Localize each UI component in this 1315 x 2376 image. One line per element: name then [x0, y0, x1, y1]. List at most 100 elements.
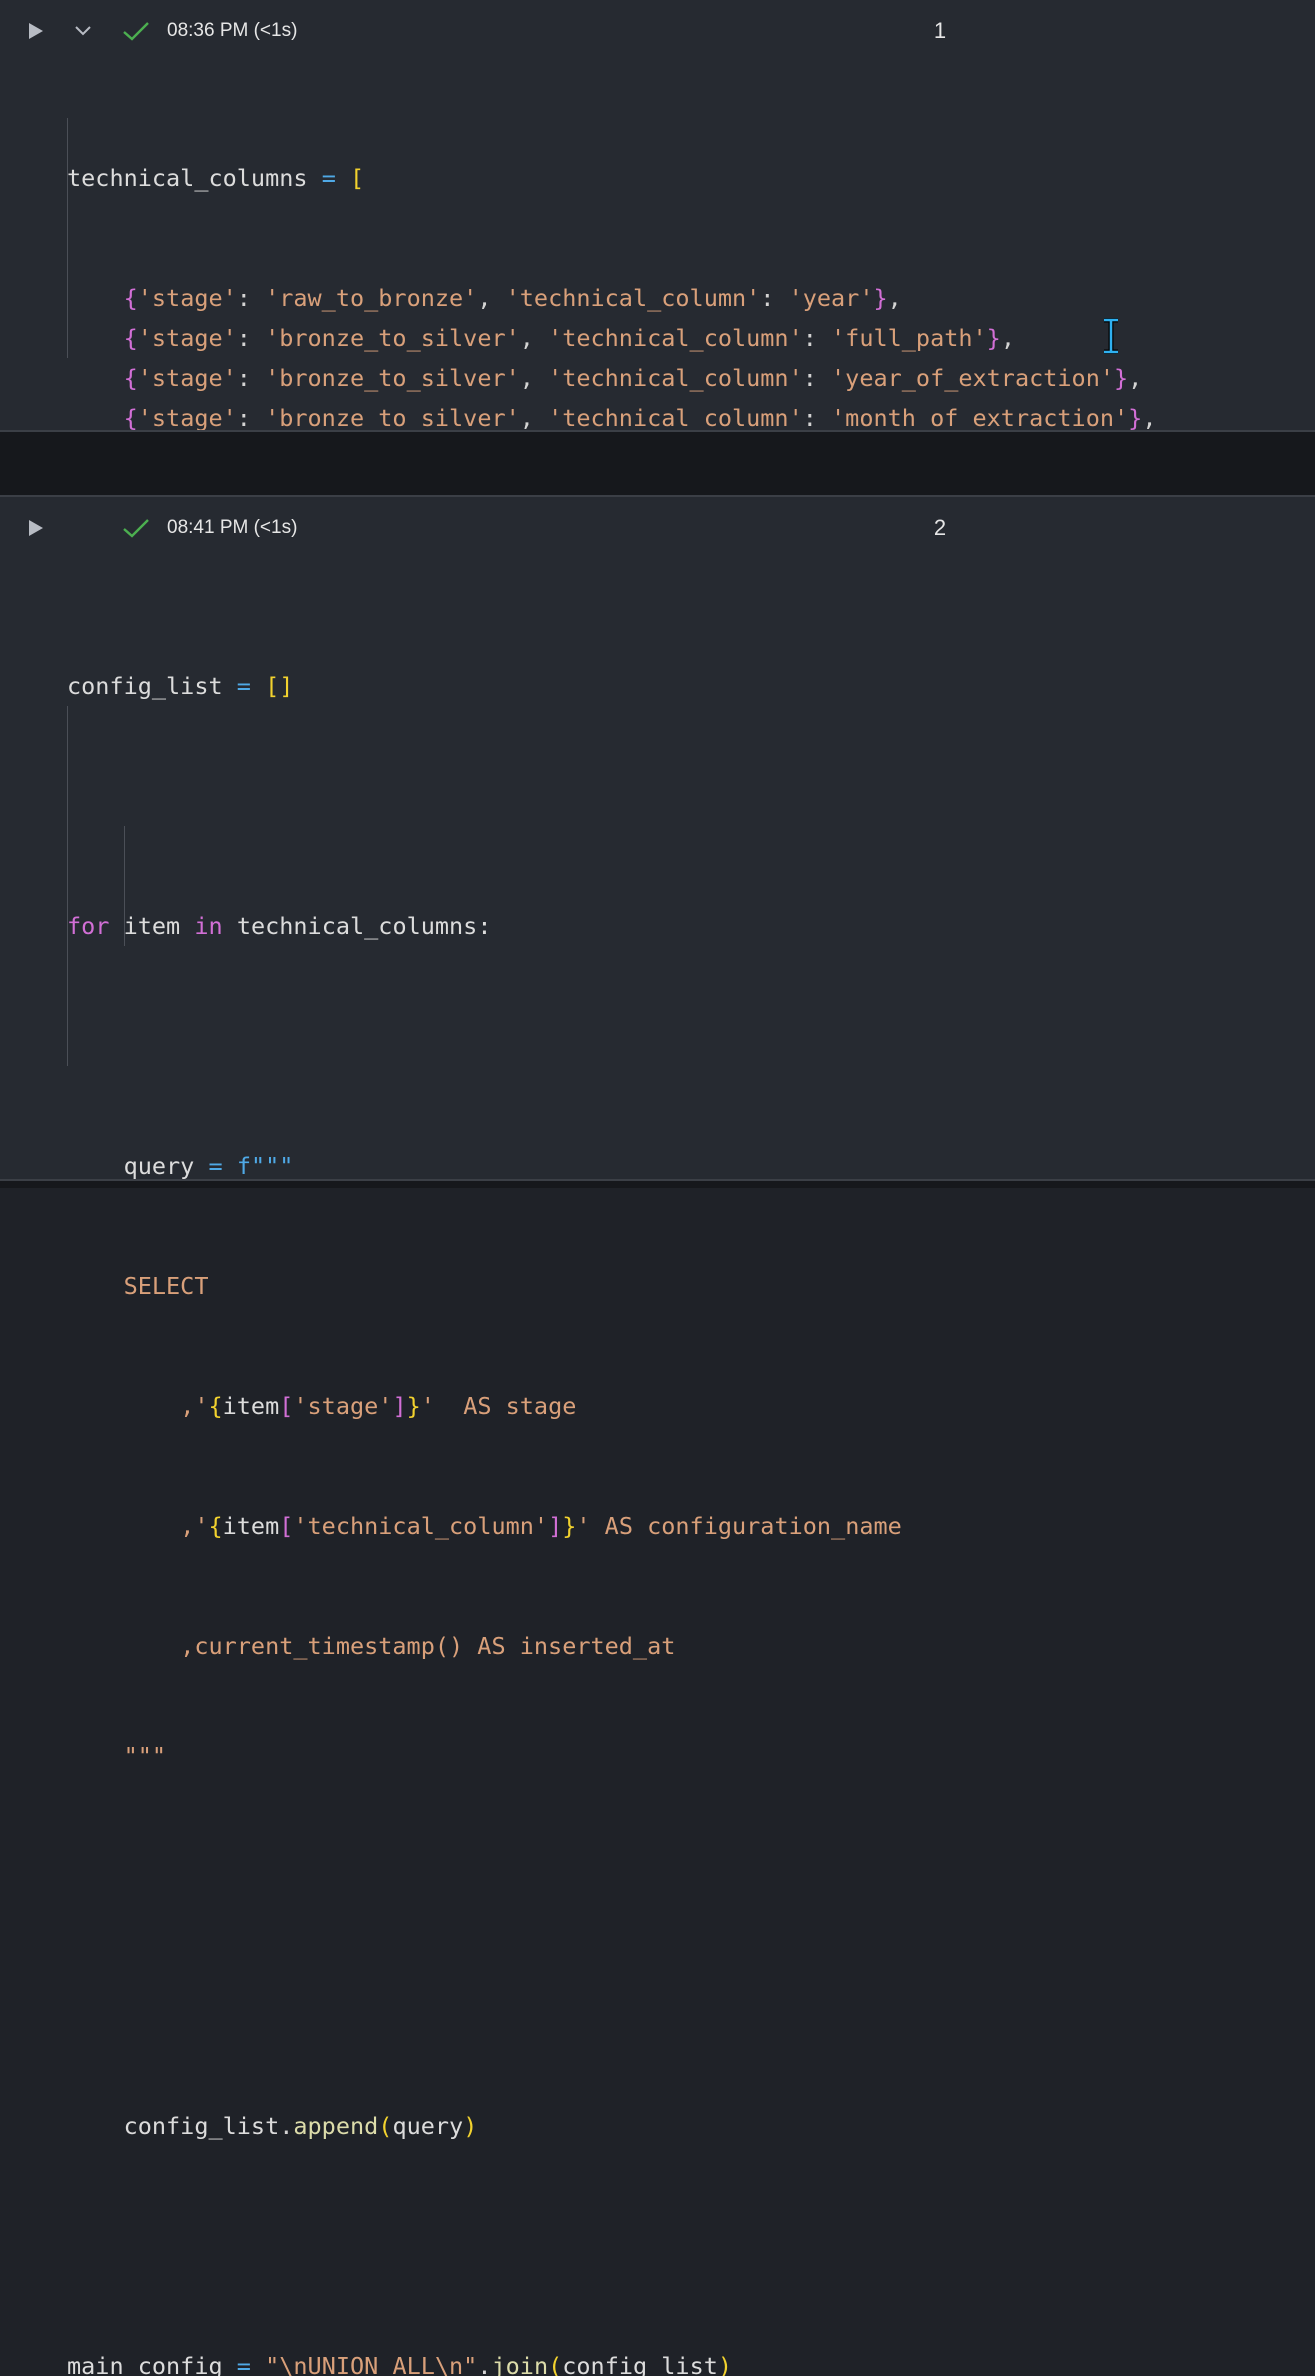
brace: { — [208, 1392, 223, 1420]
variable-name: technical_columns: — [236, 912, 492, 940]
string-text: ' AS stage — [420, 1392, 577, 1420]
open-brace: { — [123, 404, 138, 432]
code-line: for item in technical_columns: — [67, 906, 902, 946]
comma: , — [1142, 404, 1157, 432]
comma: , — [519, 404, 549, 432]
dict-key: 'stage' — [137, 284, 237, 312]
string-text: ,' — [180, 1392, 209, 1420]
stage-value: 'bronze_to_silver' — [265, 324, 520, 352]
open-brace: { — [123, 324, 138, 352]
column-value: 'month_of_extraction' — [831, 404, 1129, 432]
stage-value: 'raw_to_bronze' — [265, 284, 478, 312]
cell-gap — [0, 1181, 1315, 1188]
variable-name: config_list — [123, 2112, 280, 2140]
dict-entry-line: {'stage': 'bronze_to_silver', 'technical… — [67, 358, 1156, 398]
comma: , — [519, 324, 549, 352]
colon: : — [760, 284, 789, 312]
bracket: ] — [392, 1392, 407, 1420]
close-brace: } — [986, 324, 1001, 352]
code-line: config_list = [] — [67, 666, 902, 706]
variable-name: config_list — [67, 672, 223, 700]
string-text: SELECT — [123, 1272, 209, 1300]
cell-header: 08:36 PM (<1s) 1 — [0, 0, 1315, 62]
operator: = — [321, 164, 336, 192]
close-brace: } — [1128, 404, 1143, 432]
paren: ) — [717, 2352, 733, 2376]
empty-list: [] — [265, 672, 294, 700]
colon: : — [236, 364, 266, 392]
variable-name: item — [123, 912, 181, 940]
success-check-icon — [122, 19, 150, 43]
bracket: ] — [548, 1512, 563, 1540]
comma: , — [1128, 364, 1143, 392]
column-value: 'full_path' — [831, 324, 987, 352]
colon: : — [802, 364, 832, 392]
play-icon — [29, 23, 43, 39]
colon: : — [802, 404, 832, 432]
function-name: join — [491, 2352, 549, 2376]
cell-number: 2 — [933, 515, 947, 540]
dict-entry-line: {'stage': 'raw_to_bronze', 'technical_co… — [67, 278, 1156, 318]
stage-value: 'bronze_to_silver' — [265, 364, 520, 392]
colon: : — [236, 404, 266, 432]
dict-key: 'technical_column' — [548, 324, 803, 352]
variable-name: item — [222, 1392, 280, 1420]
string-key: 'stage' — [293, 1392, 393, 1420]
dict-key: 'stage' — [137, 364, 237, 392]
fstring-open: f""" — [236, 1152, 294, 1180]
open-brace: { — [123, 364, 138, 392]
code-line: ,'{item['stage']}' AS stage — [67, 1386, 902, 1426]
dict-entry-line: {'stage': 'bronze_to_silver', 'technical… — [67, 318, 1156, 358]
code-editor[interactable]: config_list = [] for item in technical_c… — [67, 586, 902, 2376]
colon: : — [236, 324, 266, 352]
string-key: 'technical_column' — [293, 1512, 549, 1540]
column-value: 'year_of_extraction' — [831, 364, 1114, 392]
operator: = — [208, 1152, 223, 1180]
code-line: ,current_timestamp() AS inserted_at — [67, 1626, 902, 1666]
comma: , — [519, 364, 549, 392]
code-line: technical_columns = [ — [67, 158, 1156, 198]
function-name: append — [293, 2112, 379, 2140]
colon: : — [802, 324, 832, 352]
bracket: [ — [279, 1392, 294, 1420]
open-brace: { — [123, 284, 138, 312]
keyword: in — [194, 912, 223, 940]
variable-name: main_config — [67, 2352, 223, 2376]
operator: = — [236, 2352, 251, 2376]
collapse-cell-button[interactable] — [72, 21, 94, 41]
dict-key: 'stage' — [137, 324, 237, 352]
execution-time: 08:36 PM (<1s) — [167, 20, 298, 41]
text-cursor-icon — [1104, 318, 1118, 354]
variable-name: query — [392, 2112, 464, 2140]
dict-key: 'technical_column' — [505, 284, 761, 312]
brace: } — [562, 1512, 577, 1540]
run-cell-button[interactable] — [27, 21, 45, 41]
operator: = — [236, 672, 251, 700]
code-line: SELECT — [67, 1266, 902, 1306]
variable-name: config_list — [562, 2352, 718, 2376]
brace: } — [406, 1392, 421, 1420]
string-text: ,current_timestamp() AS inserted_at — [180, 1632, 676, 1660]
bracket: [ — [279, 1512, 294, 1540]
keyword: for — [67, 912, 110, 940]
run-cell-button[interactable] — [27, 518, 45, 538]
brace: { — [208, 1512, 223, 1540]
variable-name: item — [222, 1512, 280, 1540]
dot: . — [279, 2112, 294, 2140]
notebook-cell-1[interactable]: 08:36 PM (<1s) 1 technical_columns = [ {… — [0, 0, 1315, 632]
close-brace: } — [873, 284, 888, 312]
play-icon — [29, 520, 43, 536]
dict-key: 'stage' — [137, 404, 237, 432]
string-text: ,' — [180, 1512, 209, 1540]
notebook-cell-2[interactable]: 08:41 PM (<1s) 2 config_list = [] for it… — [0, 497, 1315, 2376]
comma: , — [477, 284, 506, 312]
dict-key: 'technical_column' — [548, 364, 803, 392]
colon: : — [236, 284, 266, 312]
stage-value: 'bronze_to_silver' — [265, 404, 520, 432]
column-value: 'year' — [788, 284, 874, 312]
